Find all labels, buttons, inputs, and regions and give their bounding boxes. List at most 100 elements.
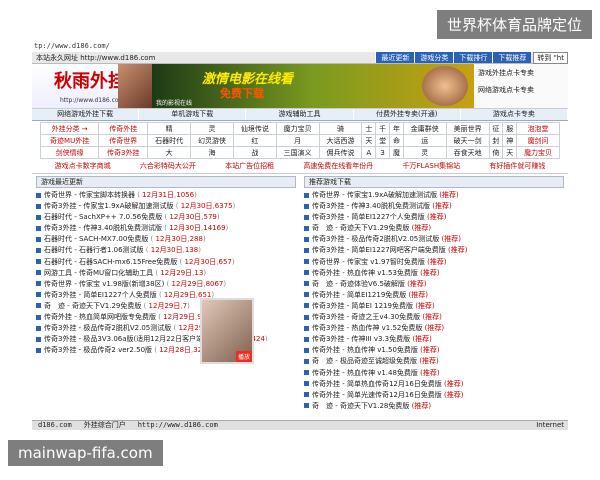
list-item[interactable]: 传奇3外挂 - 极品传奇2脱机V2.05测试版 (推荐) xyxy=(304,234,564,245)
grid-cell[interactable]: 骑 xyxy=(318,122,363,135)
goto-box[interactable]: 转到 "ht xyxy=(533,52,568,64)
list-item[interactable]: 传奇外挂 - 热血传神 v1.48免费版 (推荐) xyxy=(304,368,564,379)
grid-cell[interactable]: 灵 xyxy=(190,122,234,135)
promo-link[interactable]: 千万FLASH集锦站 xyxy=(403,161,461,171)
navbar-item[interactable]: 单机游戏下载 xyxy=(139,109,247,120)
nav-recommend[interactable]: 下载推荐 xyxy=(492,52,532,63)
nav-recent[interactable]: 最近更新 xyxy=(375,52,415,63)
list-item[interactable]: 传奇3外挂 - 极品3V3.06a版(适用12月22日客户端) ( 12月28日… xyxy=(36,334,296,345)
grid-cell[interactable]: 幻灵游侠 xyxy=(190,134,234,147)
grid-cell[interactable]: 战 xyxy=(232,146,277,159)
list-item[interactable]: 传奇外挂 - 简单热血传奇12月16日免费版 (推荐) xyxy=(304,379,564,390)
grid-cell[interactable]: 红 xyxy=(232,134,277,147)
popup-play-tag[interactable]: 播放 xyxy=(235,351,252,362)
grid-cell[interactable]: 剑侠情缘 xyxy=(39,146,100,159)
grid-cell[interactable]: 石器时代 xyxy=(147,134,192,147)
site-logo[interactable]: 秋雨外挂网 http://www.d186.com xyxy=(32,64,152,108)
grid-cell[interactable]: 佣兵传说 xyxy=(318,146,363,159)
item-name[interactable]: 传奇3外挂 - 传神3.40脱机免费测试版 xyxy=(44,224,162,232)
nav-ranking[interactable]: 下载排行 xyxy=(453,52,493,63)
list-item[interactable]: 传奇外挂 - 简单EI1219免费版 (推荐) xyxy=(304,290,564,301)
grid-cell[interactable]: 仙境传说 xyxy=(232,122,277,135)
list-item[interactable]: 传奇外挂 - 热血传神 v1.53免费版 (推荐) xyxy=(304,268,564,279)
item-name[interactable]: 传奇世界 - 传家宝1.9xA破解加速测试版 xyxy=(312,191,437,199)
promo-link[interactable]: 六合彩特码大公开 xyxy=(140,161,196,171)
list-item[interactable]: 传奇3外挂 - 简单EI 1219免费版 (推荐) xyxy=(304,301,564,312)
nav-category[interactable]: 游戏分类 xyxy=(414,52,454,63)
navbar-item[interactable]: 游戏辅助工具 xyxy=(246,109,354,120)
list-item[interactable]: 传奇外挂 - 简单光速传奇12月16日免费版 (推荐) xyxy=(304,390,564,401)
grid-cell[interactable]: 海 xyxy=(190,146,234,159)
list-item[interactable]: 传奇3外挂 - 简单EI1227个人免费版 ( 12月29日,651) xyxy=(36,290,296,301)
item-name[interactable]: 网游工具 - 传奇MU窗口化辅助工具 xyxy=(44,269,153,277)
side-link[interactable]: 游戏外挂点卡专卖 xyxy=(478,68,564,78)
item-name[interactable]: 奇 迹 - 奇迹体验V6.5破解版 xyxy=(312,280,405,288)
grid-cell[interactable]: 千 xyxy=(375,122,391,135)
list-item[interactable]: 石器时代 - 石器SACH-mx6.15Free免费版 ( 12月30日,657… xyxy=(36,257,296,268)
grid-cell[interactable]: 大 xyxy=(147,146,192,159)
grid-cell[interactable]: 灵 xyxy=(402,146,447,159)
item-name[interactable]: 传奇世界 - 传家宝脚本转换器 xyxy=(44,191,135,199)
list-item[interactable]: 传奇外挂 - 热血传神 v1.50免费版 (推荐) xyxy=(304,345,564,356)
item-name[interactable]: 传奇3外挂 - 简单EI1227网吧客户端免费版 xyxy=(312,246,446,254)
list-item[interactable]: 奇 迹 - 奇迹天下V1.29免费版 ( 12月29日,7) xyxy=(36,301,296,312)
list-item[interactable]: 传奇3外挂 - 极品传奇2脱机V2.05测试版 ( 12月29日,7809) xyxy=(36,323,296,334)
grid-cell[interactable]: 征 xyxy=(488,122,504,135)
item-name[interactable]: 传奇3外挂 - 极品3V3.06a版(适用12月22日客户端) xyxy=(44,335,206,343)
list-item[interactable]: 奇 迹 - 奇迹天下V1.28免费版 (推荐) xyxy=(304,401,564,412)
item-name[interactable]: 传奇3外挂 - 传家宝1.9xA破解加速测试版 xyxy=(44,202,174,210)
grid-cell[interactable]: 3 xyxy=(375,146,391,159)
grid-cell[interactable]: 奇迹MU外挂 xyxy=(39,134,100,147)
grid-cell[interactable]: 泡泡堂 xyxy=(516,122,560,135)
grid-cell[interactable]: 月 xyxy=(275,134,320,147)
list-item[interactable]: 传奇外挂 - 热血简单网吧版专免费版 ( 12月29日,95) xyxy=(36,312,296,323)
list-item[interactable]: 石器时代 - SachXP++ 7.0.56免费版 ( 12月30日,579) xyxy=(36,212,296,223)
grid-cell[interactable]: 金庸群侠 xyxy=(402,122,447,135)
list-item[interactable]: 传奇3外挂 - 奇迹之王v4.30免费版 (推荐) xyxy=(304,312,564,323)
grid-cell[interactable]: 传奇世界 xyxy=(98,134,149,147)
item-name[interactable]: 传奇3外挂 - 极品传奇2脱机V2.05测试版 xyxy=(44,324,171,332)
list-item[interactable]: 传奇世界 - 传家宝 v1.97智时免费版 (推荐) xyxy=(304,257,564,268)
grid-cell[interactable]: 大话西游 xyxy=(318,134,363,147)
item-name[interactable]: 传奇外挂 - 简单EI1219免费版 xyxy=(312,291,406,299)
grid-cell[interactable]: 神 xyxy=(502,134,518,147)
item-name[interactable]: 传奇3外挂 - 传神3.40脱机免费测试版 xyxy=(312,202,430,210)
item-name[interactable]: 传奇3外挂 - 热血传神 v1.52免费版 xyxy=(312,324,422,332)
grid-cell[interactable]: 魔 xyxy=(389,146,404,159)
grid-cell[interactable]: 服 xyxy=(502,122,518,135)
grid-cell[interactable]: A xyxy=(361,146,377,159)
item-name[interactable]: 传奇3外挂 - 传神III v3.3免费版 xyxy=(312,335,410,343)
item-name[interactable]: 传奇3外挂 - 极品传奇2脱机V2.05测试版 xyxy=(312,235,439,243)
promo-link[interactable]: 有好插件就可赚钱 xyxy=(489,161,545,171)
item-name[interactable]: 传奇3外挂 - 极品传奇2 ver2.50版 xyxy=(44,346,152,354)
promo-link[interactable]: 本站广告位招租 xyxy=(225,161,274,171)
side-link[interactable]: 网络游戏点卡专卖 xyxy=(478,85,564,95)
grid-cell[interactable]: 运 xyxy=(402,134,447,147)
item-name[interactable]: 传奇外挂 - 热血简单网吧版专免费版 xyxy=(44,313,156,321)
item-name[interactable]: 奇 迹 - 奇迹天下V1.29免费版 xyxy=(312,224,409,232)
item-name[interactable]: 奇 迹 - 奇迹天下V1.29免费版 xyxy=(44,302,141,310)
grid-cell[interactable]: 精 xyxy=(147,122,192,135)
item-name[interactable]: 传奇外挂 - 热血传神 v1.48免费版 xyxy=(312,369,418,377)
item-name[interactable]: 奇 迹 - 极品奇迹至诚超级免费版 xyxy=(312,357,417,365)
grid-cell[interactable]: 吞食天地 xyxy=(445,146,490,159)
grid-cell[interactable]: 魔力宝贝 xyxy=(516,146,560,159)
grid-cell[interactable]: 破天一剑 xyxy=(445,134,490,147)
item-name[interactable]: 传奇3外挂 - 奇迹之王v4.30免费版 xyxy=(312,313,420,321)
list-item[interactable]: 传奇3外挂 - 简单EI1227个人免费版 (推荐) xyxy=(304,212,564,223)
popup-ad[interactable]: 播放 xyxy=(200,298,254,364)
grid-cell[interactable]: 天 xyxy=(502,146,518,159)
grid-cell[interactable]: 士 xyxy=(361,122,377,135)
list-item[interactable]: 网游工具 - 传奇MU窗口化辅助工具 ( 12月29日,13) xyxy=(36,268,296,279)
list-item[interactable]: 奇 迹 - 奇迹体验V6.5破解版 (推荐) xyxy=(304,279,564,290)
item-name[interactable]: 传奇世界 - 传家宝 v1.97智时免费版 xyxy=(312,258,425,266)
grid-cell[interactable]: 魔力宝贝 xyxy=(275,122,320,135)
grid-cell[interactable]: 堂 xyxy=(375,134,391,147)
item-name[interactable]: 奇 迹 - 奇迹天下V1.28免费版 xyxy=(312,402,409,410)
list-item[interactable]: 传奇3外挂 - 热血传神 v1.52免费版 (推荐) xyxy=(304,323,564,334)
grid-cell[interactable]: 传奇3外挂 xyxy=(98,146,149,159)
list-item[interactable]: 传奇3外挂 - 传神3.40脱机免费测试版 (推荐) xyxy=(304,201,564,212)
navbar-item[interactable]: 付费外挂专卖(开通) xyxy=(354,109,461,120)
item-name[interactable]: 石器时代 - SachXP++ 7.0.56免费版 xyxy=(44,213,162,221)
item-name[interactable]: 传奇外挂 - 简单热血传奇12月16日免费版 xyxy=(312,380,442,388)
